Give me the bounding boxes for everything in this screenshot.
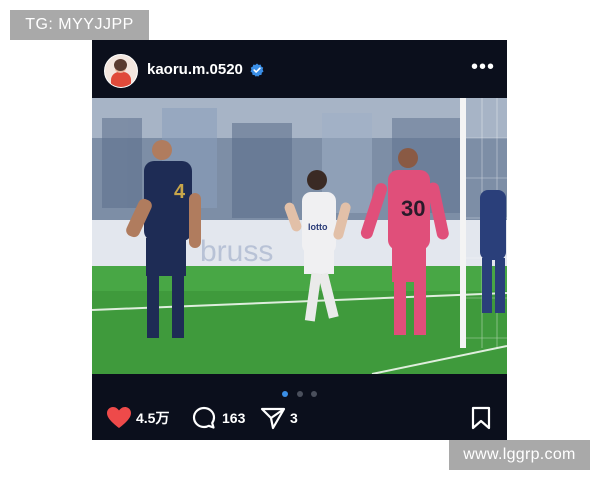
avatar[interactable] [104,54,138,88]
post-header: kaoru.m.0520 ••• [92,40,507,100]
instagram-post: kaoru.m.0520 ••• bruss 4 lotto 30 4.5万 1… [92,40,507,440]
carousel-dot-active [282,391,289,397]
like-count: 4.5万 [136,410,170,426]
jersey-number-goalkeeper: 30 [401,196,425,221]
verified-badge-icon [250,63,264,77]
share-button[interactable]: 3 [260,406,310,430]
comment-icon [192,406,216,429]
bookmark-icon [471,406,491,430]
like-button[interactable]: 4.5万 [106,406,186,430]
action-bar: 4.5万 163 3 [92,402,507,434]
more-options-icon[interactable]: ••• [471,57,495,80]
heart-icon [107,407,131,428]
bookmark-button[interactable] [470,406,492,430]
carousel-dot [310,391,317,397]
carousel-dot [296,391,303,397]
send-icon [260,407,286,430]
username[interactable]: kaoru.m.0520 [147,60,243,80]
sponsor-text: lotto [308,222,328,232]
post-photo[interactable]: bruss 4 lotto 30 [92,98,507,374]
banner-text: bruss [200,235,273,268]
watermark-top: TG: MYYJJPP [10,10,149,40]
carousel-indicator [92,384,507,397]
jersey-number-left: 4 [174,181,186,203]
comment-count: 163 [222,410,246,426]
watermark-bottom: www.lggrp.com [449,440,590,470]
comment-button[interactable]: 163 [192,406,258,430]
share-count: 3 [290,410,298,426]
